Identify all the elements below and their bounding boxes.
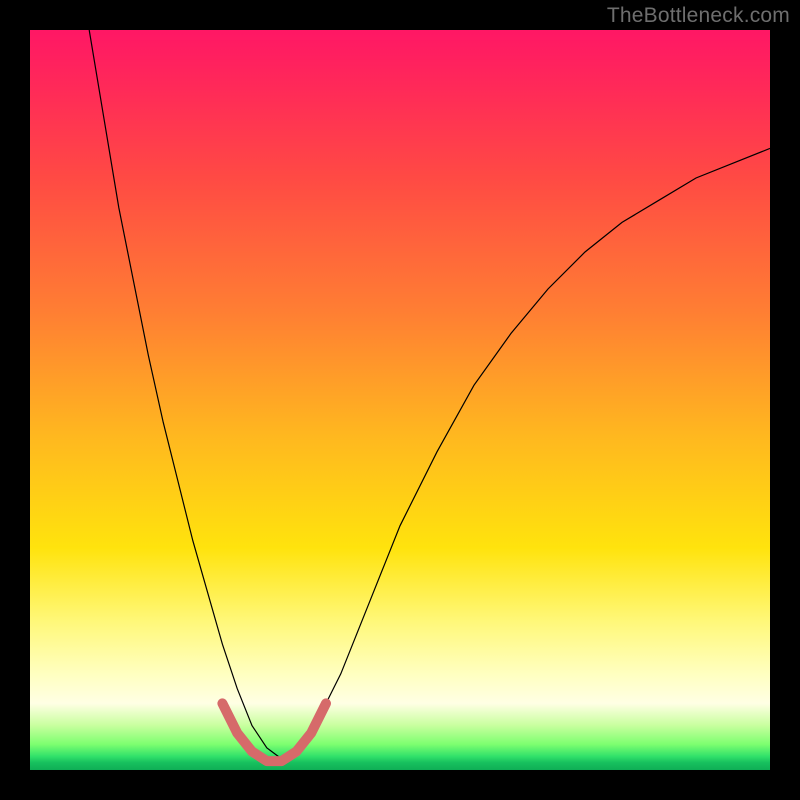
chart-frame: TheBottleneck.com [0,0,800,800]
watermark-text: TheBottleneck.com [607,4,790,28]
chart-svg [30,30,770,770]
plot-area [30,30,770,770]
curve-path [89,30,770,759]
marker-path [222,703,326,761]
